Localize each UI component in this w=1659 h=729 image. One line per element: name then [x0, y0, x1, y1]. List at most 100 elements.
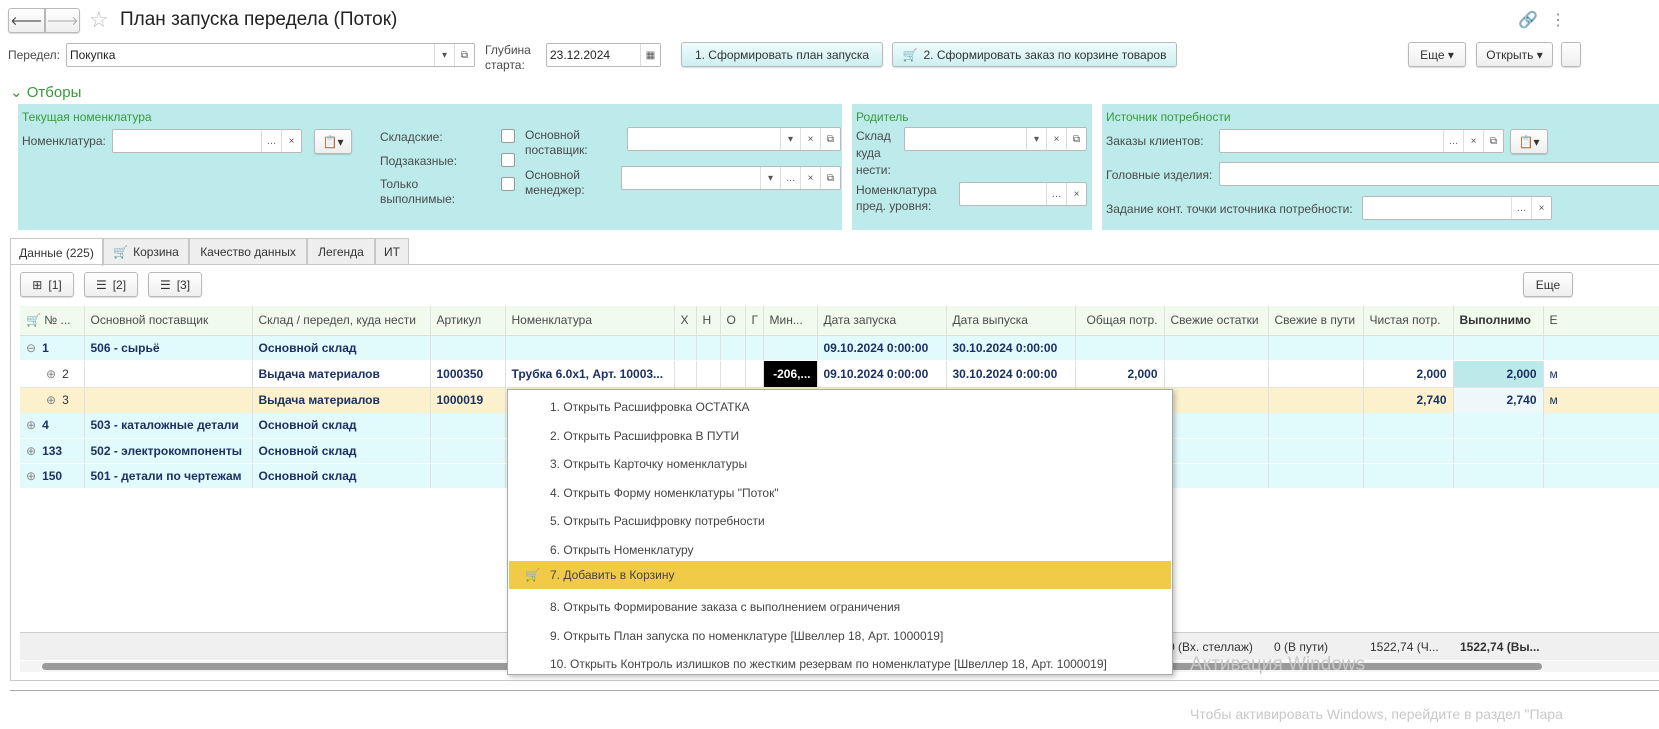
table-more-button[interactable]: Еще — [1523, 272, 1573, 297]
cell-fresh — [1164, 360, 1269, 388]
expand-icon[interactable]: ⊕ — [46, 367, 56, 381]
cell-number: ⊕ 4 — [20, 413, 85, 439]
form-order-label: 2. Сформировать заказ по корзине товаров — [923, 47, 1167, 62]
clear-icon[interactable]: × — [281, 130, 301, 152]
context-menu-item-label: 8. Открыть Формирование заказа с выполне… — [550, 600, 901, 615]
manager-field[interactable]: ▾… × ⧉ — [621, 166, 841, 190]
peredel-field[interactable]: Покупка ▾ ⧉ — [66, 43, 475, 67]
skladskie-checkbox[interactable] — [501, 129, 515, 143]
podzakaznye-checkbox[interactable] — [501, 153, 515, 167]
column-header[interactable]: Свежие остатки — [1164, 306, 1269, 336]
star-icon[interactable]: ☆ — [89, 7, 109, 33]
column-header[interactable]: 🛒 № ... — [20, 306, 85, 336]
column-header[interactable]: Мин... — [763, 306, 818, 336]
context-menu-item-label: 2. Открыть Расшифровка В ПУТИ — [550, 428, 740, 443]
cell-transit — [1268, 413, 1364, 439]
tab-it[interactable]: ИТ — [375, 238, 409, 265]
open-icon[interactable]: ⧉ — [454, 44, 474, 66]
list-select-button[interactable]: 📋▾ — [1510, 129, 1548, 154]
context-menu-item[interactable]: 🛒 7. Добавить в Корзину — [509, 561, 1171, 589]
context-menu-item-label: 7. Добавить в Корзину — [550, 568, 675, 582]
column-header[interactable]: Артикул — [430, 306, 506, 336]
level-3-button[interactable]: ☰ [3] — [148, 272, 202, 297]
calendar-icon[interactable]: ▦ — [640, 44, 660, 66]
column-header[interactable]: Общая потр. — [1075, 306, 1165, 336]
context-menu-item[interactable]: 3. Открыть Карточку номенклатуры — [509, 450, 1171, 478]
column-header[interactable]: Выполнимо — [1453, 306, 1544, 336]
select-icon[interactable]: … — [261, 130, 281, 152]
expand-icon[interactable]: ⊕ — [46, 393, 56, 407]
table-row[interactable]: ⊕ 2 Выдача материалов 1000350 Трубка 6.0х1, … — [20, 360, 1659, 388]
row-number: 150 — [42, 468, 63, 483]
nom-level-field[interactable]: … × — [959, 182, 1087, 206]
bottom-divider — [10, 690, 1659, 691]
cell-number: ⊕ 2 — [20, 360, 85, 388]
column-header[interactable]: Г — [745, 306, 764, 336]
tab-cart-label: Корзина — [133, 245, 179, 259]
collapse-icon[interactable]: ⊖ — [26, 341, 36, 355]
forward-button[interactable]: 🡒 — [45, 8, 80, 33]
level-2-button[interactable]: ☰ [2] — [84, 272, 138, 297]
orders-field[interactable]: … × ⧉ — [1219, 129, 1504, 153]
table-row[interactable]: ⊖ 1 506 - сырьё Основной склад 09.10.2024 0:… — [20, 335, 1659, 361]
tab-legend[interactable]: Легенда — [307, 238, 375, 265]
depth-date-field[interactable]: 23.12.2024 ▦ — [546, 43, 661, 67]
expand-icon[interactable]: ⊕ — [26, 444, 36, 458]
more-button[interactable]: Еще ▾ — [1408, 42, 1466, 67]
column-header[interactable]: Е — [1543, 306, 1659, 336]
context-menu-item[interactable]: 1. Открыть Расшифровка ОСТАТКА — [509, 393, 1171, 421]
form-order-button[interactable]: 🛒 2. Сформировать заказ по корзине товаро… — [892, 42, 1177, 67]
list-select-button[interactable]: 📋▾ — [314, 129, 352, 154]
open-button[interactable]: Открыть ▾ — [1476, 42, 1553, 67]
level-1-button[interactable]: ⊞ [1] — [20, 272, 74, 297]
extra-button[interactable] — [1561, 42, 1581, 67]
cell-done: 2,740 — [1453, 387, 1544, 413]
chevron-down-icon[interactable]: ▾ — [434, 44, 454, 66]
context-menu-item[interactable]: 6. Открыть Номенклатуру — [509, 536, 1171, 564]
context-menu-item[interactable]: 10. Открыть Контроль излишков по жестким… — [509, 650, 1171, 678]
tab-cart[interactable]: 🛒 Корзина — [103, 238, 189, 265]
column-header[interactable]: Склад / передел, куда нести — [252, 306, 431, 336]
more-vertical-icon[interactable]: ⋮ — [1550, 10, 1566, 30]
column-header[interactable]: Х — [674, 306, 697, 336]
column-header[interactable]: Номенклатура — [505, 306, 675, 336]
head-field[interactable] — [1219, 162, 1659, 186]
context-menu-item[interactable]: 8. Открыть Формирование заказа с выполне… — [509, 593, 1171, 621]
back-button[interactable]: 🡐 — [8, 8, 45, 33]
tolko-checkbox[interactable] — [501, 177, 515, 191]
cell-supplier: 501 - детали по чертежам — [84, 463, 253, 489]
level-2-label: [2] — [112, 277, 127, 292]
filters-toggle[interactable]: ⌄ Отборы — [10, 83, 81, 101]
column-header[interactable]: Свежие в пути — [1268, 306, 1364, 336]
expand-icon[interactable]: ⊕ — [26, 418, 36, 432]
cell-sklad: Основной склад — [252, 463, 431, 489]
context-menu-item[interactable]: 5. Открыть Расшифровку потребности — [509, 507, 1171, 535]
form-plan-button[interactable]: 1. Сформировать план запуска — [681, 42, 883, 67]
context-menu-item[interactable]: 9. Открыть План запуска по номенклатуре … — [509, 622, 1171, 650]
depth-date-value: 23.12.2024 — [550, 48, 611, 62]
column-header[interactable]: Дата запуска — [817, 306, 947, 336]
context-menu-item[interactable]: 2. Открыть Расшифровка В ПУТИ — [509, 422, 1171, 450]
tab-data[interactable]: Данные (225) — [10, 238, 103, 266]
supplier-field[interactable]: ▾ × ⧉ — [627, 127, 841, 151]
sklad-field[interactable]: ▾ × ⧉ — [904, 127, 1087, 151]
column-header[interactable]: Чистая потр. — [1363, 306, 1454, 336]
column-header[interactable]: О — [720, 306, 746, 336]
tab-quality[interactable]: Качество данных — [189, 238, 307, 265]
cell-nom: Трубка 6.0х1, Арт. 10003... — [505, 360, 675, 388]
cell-transit — [1268, 387, 1364, 413]
task-field[interactable]: … × — [1362, 196, 1552, 220]
context-menu-item[interactable]: 4. Открыть Форму номенклатуры "Поток" — [509, 479, 1171, 507]
row-number: 3 — [62, 393, 69, 408]
cell-net — [1363, 463, 1454, 489]
cell-transit — [1268, 360, 1364, 388]
expand-icon[interactable]: ⊕ — [26, 469, 36, 483]
task-label: Задание конт. точки источника потребност… — [1106, 202, 1353, 216]
level-1-label: [1] — [48, 277, 62, 292]
link-icon[interactable]: 🔗 — [1518, 10, 1538, 30]
nomenclature-field[interactable]: … × — [112, 129, 302, 153]
cell-transit — [1268, 438, 1364, 464]
column-header[interactable]: Н — [696, 306, 721, 336]
column-header[interactable]: Основной поставщик — [84, 306, 253, 336]
column-header[interactable]: Дата выпуска — [946, 306, 1076, 336]
